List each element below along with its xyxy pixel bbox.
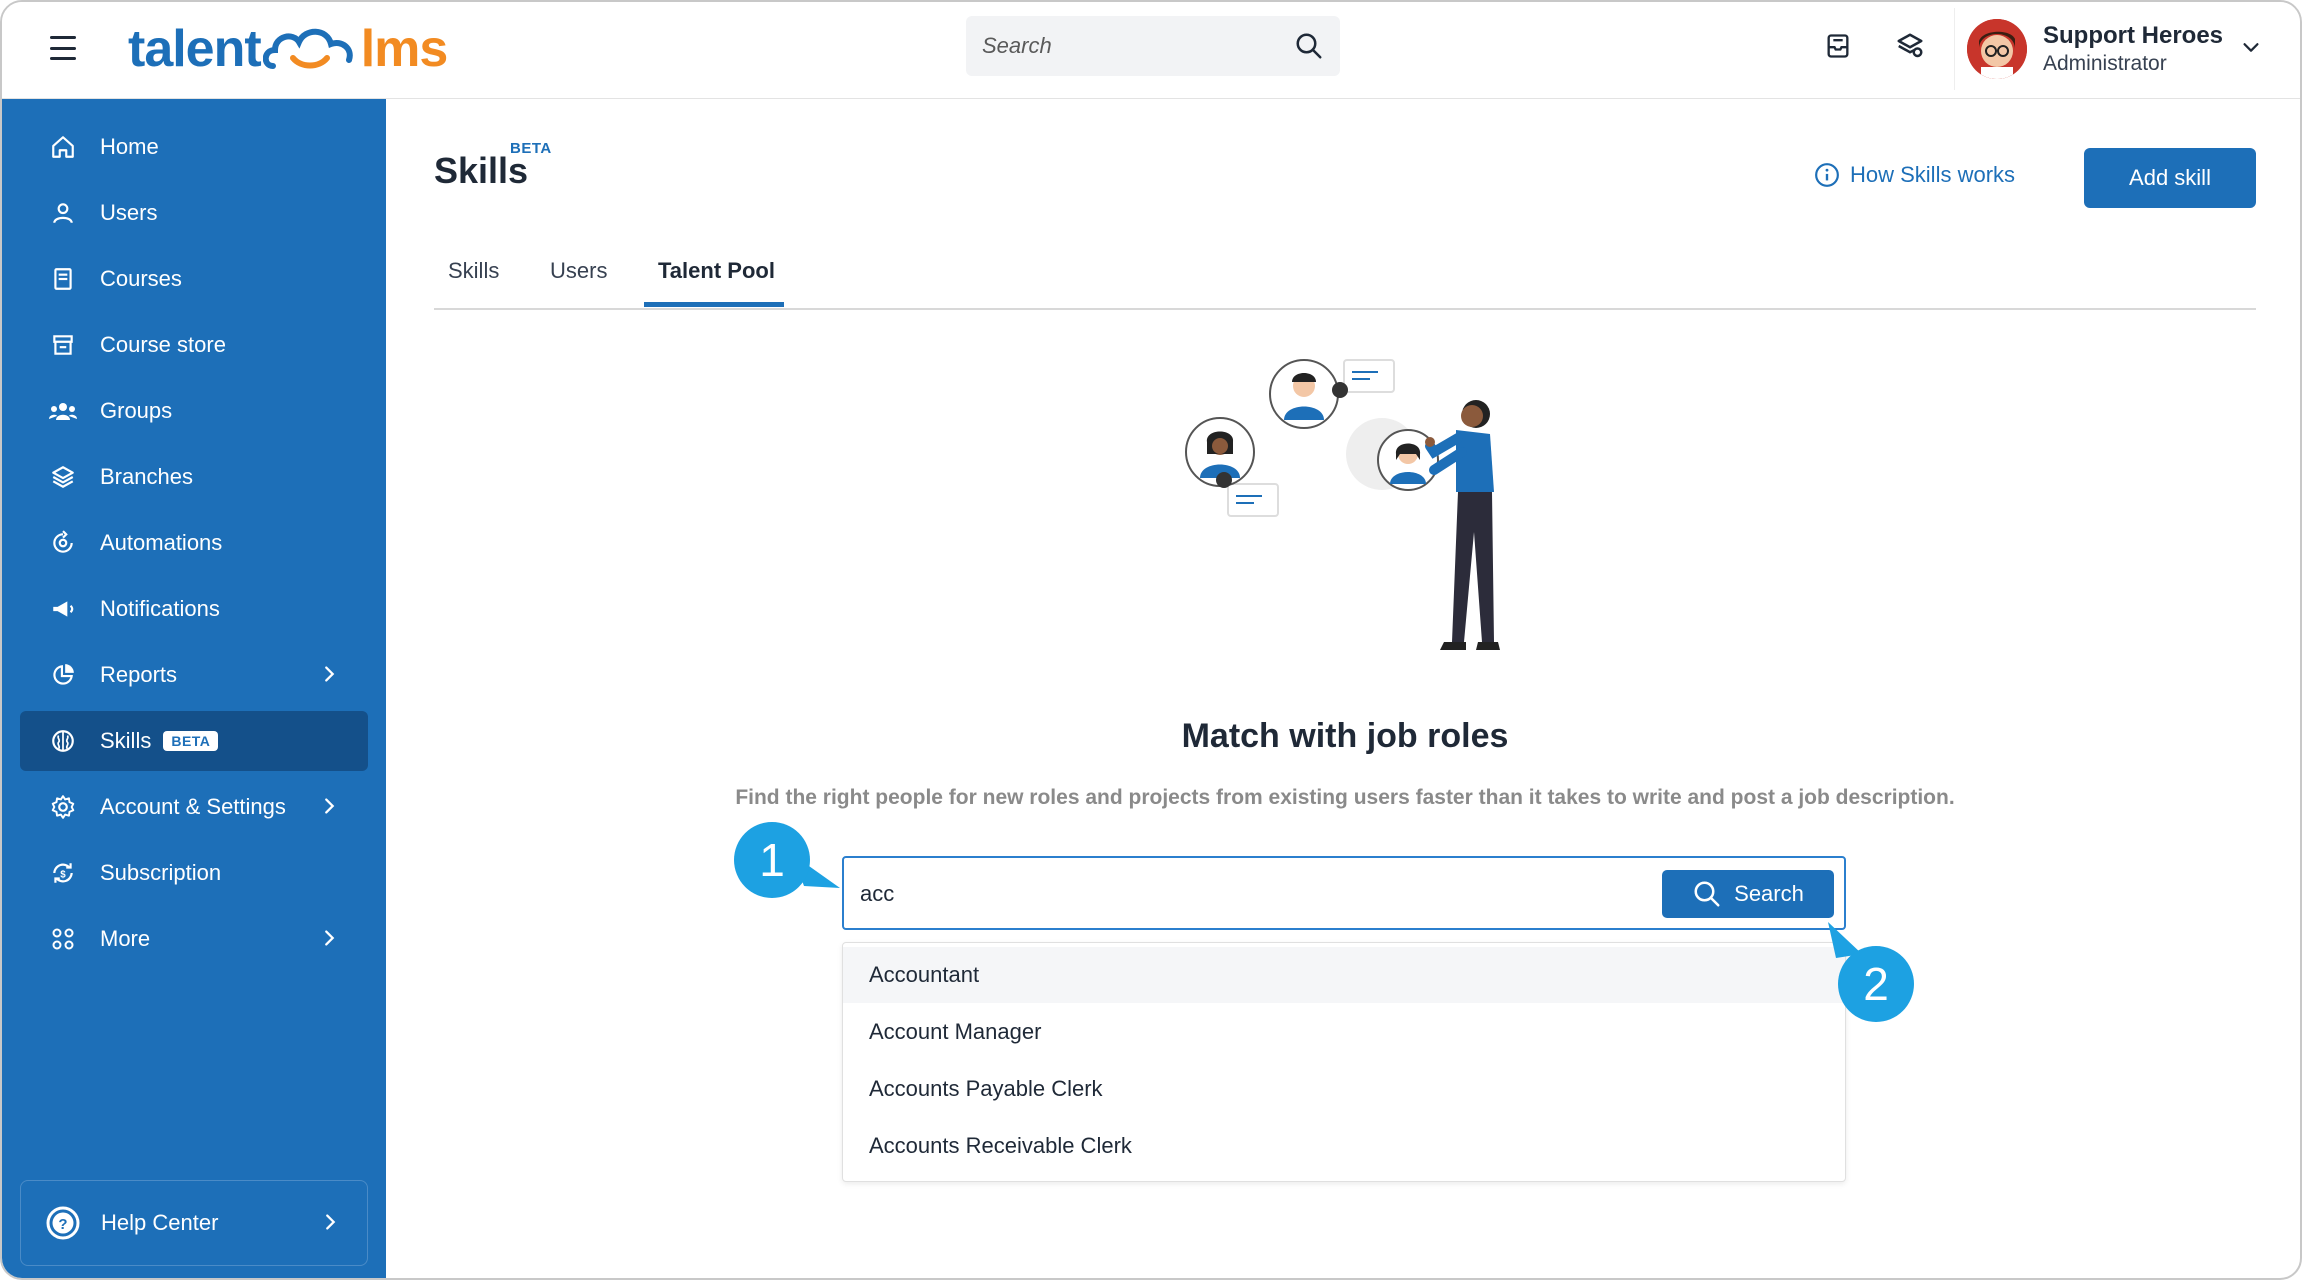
section-description: Find the right people for new roles and … <box>735 786 1955 809</box>
sidebar-item-label: Courses <box>100 266 182 291</box>
callout-1: 1 <box>734 822 810 898</box>
svg-text:$: $ <box>60 869 66 880</box>
add-skill-button[interactable]: Add skill <box>2084 148 2256 208</box>
sidebar-item-account-settings[interactable]: Account & Settings <box>20 777 368 837</box>
user-role: Administrator <box>2043 52 2167 75</box>
sidebar-item-label: Home <box>100 134 159 159</box>
switch-role-icon[interactable] <box>1892 28 1928 64</box>
menu-icon[interactable] <box>50 36 76 60</box>
talent-pool-illustration <box>1185 359 1500 650</box>
sidebar-item-label: Reports <box>100 662 178 687</box>
sidebar-item-users[interactable]: Users <box>20 183 368 243</box>
chevron-right-icon <box>325 666 335 682</box>
groups-icon <box>48 396 78 426</box>
sidebar-item-automations[interactable]: Automations <box>20 513 368 573</box>
global-search <box>966 16 1340 76</box>
avatar <box>1967 19 2027 79</box>
how-skills-works-link[interactable]: How Skills works <box>1814 162 2015 188</box>
sidebar-item-subscription[interactable]: $ Subscription <box>20 843 368 903</box>
job-search-button-label: Search <box>1734 881 1804 906</box>
chevron-right-icon <box>325 798 335 814</box>
sidebar-item-notifications[interactable]: Notifications <box>20 579 368 639</box>
job-search-button[interactable]: Search <box>1662 870 1834 918</box>
user-menu[interactable]: Support Heroes Administrator <box>1954 8 2276 90</box>
sidebar-item-more[interactable]: More <box>20 909 368 969</box>
help-center-label: Help Center <box>101 1210 219 1235</box>
chevron-down-icon <box>2243 43 2259 52</box>
cloud-logo-icon <box>262 28 353 69</box>
top-bar: talent lms Search Support Heroes Adminis… <box>2 2 2300 99</box>
sidebar-item-course-store[interactable]: Course store <box>20 315 368 375</box>
suggestions-dropdown: Accountant Account Manager Accounts Paya… <box>842 942 1846 1182</box>
sidebar-item-courses[interactable]: Courses <box>20 249 368 309</box>
sidebar-item-label: Users <box>100 200 158 225</box>
callout-2: 2 <box>1838 946 1914 1022</box>
app-window: talent lms Search Support Heroes Adminis… <box>0 0 2302 1280</box>
chevron-right-icon <box>325 930 335 946</box>
user-name: Support Heroes <box>2043 22 2224 49</box>
svg-text:?: ? <box>58 1216 67 1233</box>
search-icon <box>1694 881 1720 907</box>
automation-icon <box>48 528 78 558</box>
chevron-right-icon <box>326 1214 336 1230</box>
sidebar-item-label: Groups <box>100 398 173 423</box>
pie-chart-icon <box>48 660 78 690</box>
sidebar-item-label: Account & Settings <box>100 794 286 819</box>
section-heading: Match with job roles <box>2 717 2300 756</box>
sidebar-item-label: More <box>100 926 151 951</box>
suggestion-item[interactable]: Accounts Payable Clerk <box>843 1061 1845 1117</box>
help-center-button[interactable]: ? Help Center <box>20 1180 368 1266</box>
home-icon <box>48 132 78 162</box>
sidebar-item-label: Branches <box>100 464 193 489</box>
title-beta-badge: BETA <box>510 140 552 157</box>
sidebar-item-reports[interactable]: Reports <box>20 645 368 705</box>
user-icon <box>48 198 78 228</box>
sidebar-item-home[interactable]: Home <box>20 117 368 177</box>
tab-users[interactable]: Users <box>550 258 607 308</box>
sidebar-item-label: Subscription <box>100 860 222 885</box>
search-icon[interactable] <box>1294 31 1324 61</box>
store-icon <box>48 330 78 360</box>
info-icon <box>1815 163 1839 187</box>
logo[interactable]: talent lms <box>128 18 449 80</box>
global-search-input[interactable] <box>982 33 1294 59</box>
job-role-search: Search <box>842 856 1846 930</box>
tab-skills[interactable]: Skills <box>448 258 499 308</box>
suggestion-item[interactable]: Accounts Receivable Clerk <box>843 1118 1845 1174</box>
sidebar: Home Users Courses Course store Groups B… <box>2 99 386 1278</box>
book-icon <box>48 264 78 294</box>
megaphone-icon <box>48 594 78 624</box>
subscription-icon: $ <box>48 858 78 888</box>
active-tab-indicator <box>644 302 784 307</box>
sidebar-item-branches[interactable]: Branches <box>20 447 368 507</box>
suggestion-item[interactable]: Account Manager <box>843 1004 1845 1060</box>
gear-icon <box>48 792 78 822</box>
suggestion-item[interactable]: Accountant <box>843 947 1845 1003</box>
section-heading-text: Match with job roles <box>1181 717 1509 755</box>
logo-text-left: talent <box>128 20 262 78</box>
job-role-input[interactable] <box>860 876 1560 912</box>
sidebar-item-label: Notifications <box>100 596 220 621</box>
sidebar-item-label: Automations <box>100 530 223 555</box>
tab-talent-pool[interactable]: Talent Pool <box>658 258 775 308</box>
inbox-icon[interactable] <box>1820 28 1856 64</box>
help-circle-icon: ? <box>46 1206 80 1240</box>
sidebar-item-groups[interactable]: Groups <box>20 381 368 441</box>
logo-text-right: lms <box>360 20 449 78</box>
tab-bar: Skills Users Talent Pool <box>434 248 2256 310</box>
sidebar-item-label: Course store <box>100 332 226 357</box>
grid-icon <box>48 924 78 954</box>
how-skills-works-label: How Skills works <box>1850 162 2016 187</box>
layers-icon <box>48 462 78 492</box>
